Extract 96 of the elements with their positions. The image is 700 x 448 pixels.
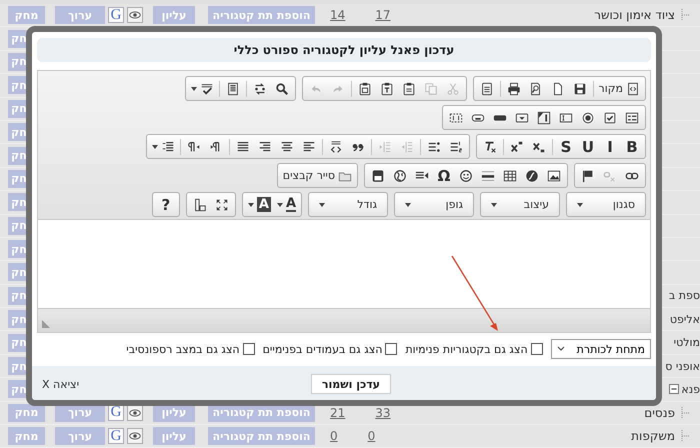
text-color-button[interactable]: A: [274, 194, 299, 216]
align-lines-icon: [302, 140, 316, 154]
code-block-icon: [329, 140, 343, 154]
align-lines-icon: [280, 140, 294, 154]
category-name: פנא: [681, 382, 700, 396]
add-subcategory-button[interactable]: הוספת תת קטגוריה: [208, 427, 315, 446]
category-name: אופני ס: [665, 360, 700, 373]
disc-icon: [525, 168, 539, 182]
format-button[interactable]: B: [621, 136, 643, 158]
tree-branch-icon: [680, 9, 692, 22]
edit-button[interactable]: ערוך: [55, 6, 105, 24]
indent-icon: [378, 140, 392, 154]
google-g-icon[interactable]: G: [108, 428, 124, 444]
resize-handle-icon[interactable]: [42, 320, 50, 328]
clipboard-icon: [402, 82, 416, 96]
background-color-button[interactable]: A: [244, 194, 274, 216]
checkbox[interactable]: [385, 343, 398, 355]
count-link[interactable]: 33: [375, 406, 391, 420]
position-select[interactable]: מתחת לכותרת: [550, 339, 651, 359]
dialog-title: עדכון פאנל עליון לקטגוריה ספורט כללי: [37, 38, 651, 62]
swap-arrows-icon: [252, 82, 267, 96]
google-g-icon[interactable]: G: [108, 7, 124, 24]
top-button[interactable]: עליון: [153, 6, 195, 24]
category-name: ציוד אימון וכושר: [594, 8, 675, 22]
format-button[interactable]: ?: [154, 194, 177, 216]
video-logo-icon: [371, 168, 385, 182]
checkbox[interactable]: [530, 343, 543, 355]
smiley-icon: [459, 168, 473, 182]
count-link[interactable]: 0: [330, 429, 338, 444]
checkbox-label: הצג גם בקטגוריות פנימיות: [405, 342, 528, 356]
clipboard-square-icon: [358, 82, 372, 96]
add-subcategory-button[interactable]: הוספת תת קטגוריה: [208, 6, 315, 24]
superscript-icon: [510, 140, 524, 154]
count-link[interactable]: 0: [368, 429, 376, 444]
outdent-icon: [400, 140, 414, 154]
category-name: אליפט: [670, 312, 700, 326]
expand-arrows-icon: [214, 198, 229, 212]
search-icon: [274, 82, 289, 96]
delete-button[interactable]: מחק: [8, 404, 45, 422]
two-pages-icon: [424, 82, 438, 96]
format-button[interactable]: I: [599, 136, 621, 158]
picture-icon: [547, 168, 561, 182]
delete-button[interactable]: מחק: [8, 6, 45, 24]
exit-link[interactable]: X יציאה: [42, 378, 80, 391]
format-button[interactable]: S: [555, 136, 577, 158]
document-icon: [480, 82, 494, 96]
paragraph-arrow-icon: [187, 140, 201, 154]
category-name: משקפות: [631, 429, 675, 444]
collapse-icon[interactable]: [669, 384, 680, 394]
count-link[interactable]: 21: [330, 406, 346, 420]
text-field-icon: [559, 110, 573, 124]
tree-branch-icon: [680, 406, 692, 419]
grid-icon: [503, 168, 517, 182]
save-button[interactable]: עדכן ושמור: [310, 374, 391, 394]
page-magnifier-icon: [528, 82, 543, 96]
count-link[interactable]: 17: [375, 8, 391, 22]
code-page-icon: [626, 82, 640, 96]
bullet-list-icon: [427, 140, 441, 154]
numbered-list-icon: [449, 140, 463, 154]
dropdown-box-icon: [515, 110, 529, 124]
chevron-down-icon: [556, 346, 565, 352]
edit-button[interactable]: ערוך: [55, 427, 105, 446]
top-button[interactable]: עליון: [153, 427, 195, 446]
checkmark-lines-icon: [200, 82, 214, 96]
blocks-icon: [192, 198, 207, 212]
page-lines-icon: [226, 82, 240, 96]
dashed-box-icon: [449, 110, 463, 124]
clipboard-letter-icon: [380, 82, 394, 96]
filebrowser-button[interactable]: סייר קבצים: [280, 164, 355, 186]
delete-button[interactable]: מחק: [8, 427, 45, 446]
clear-format-icon: [483, 140, 497, 154]
checkbox-label: הצג גם במצב רספונסיבי: [126, 342, 240, 356]
eye-icon[interactable]: [127, 7, 143, 24]
globe-icon: [393, 168, 407, 182]
checkbox[interactable]: [242, 343, 255, 355]
source-button[interactable]: מקור: [596, 78, 643, 100]
category-name: ספת ב: [668, 289, 700, 302]
format-button[interactable]: Ω: [433, 164, 455, 186]
category-name: פנסים: [644, 406, 675, 420]
tree-branch-icon: [680, 430, 692, 442]
checkbox-icon: [603, 110, 617, 124]
category-name: מולטי: [674, 336, 700, 350]
form-icon: [625, 110, 639, 124]
count-link[interactable]: 14: [330, 8, 346, 22]
printer-icon: [506, 82, 521, 96]
align-lines-icon: [236, 140, 250, 154]
flag-icon: [581, 168, 595, 182]
radio-icon: [581, 110, 595, 124]
horizontal-rule-icon: [481, 168, 495, 182]
align-lines-icon: [258, 140, 272, 154]
checkbox-label: הצג גם בעמודים בפנימיים: [262, 342, 382, 356]
eye-icon[interactable]: [127, 428, 143, 444]
format-button[interactable]: U: [577, 136, 599, 158]
lines-list-icon: [161, 140, 175, 154]
scissors-icon: [446, 82, 460, 96]
text-area-icon: [537, 110, 551, 124]
